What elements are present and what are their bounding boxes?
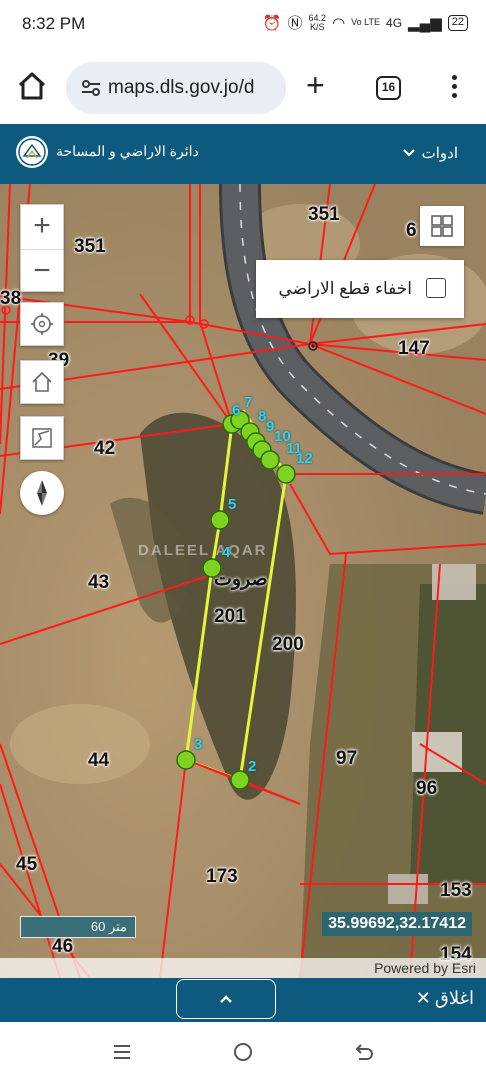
hide-parcels-panel: اخفاء قطع الاراضي: [256, 260, 464, 318]
back-button[interactable]: [352, 1040, 376, 1064]
tools-menu[interactable]: ادوات: [402, 144, 458, 162]
measure-icon: [32, 428, 52, 448]
parcel-number: 97: [336, 748, 358, 769]
vertex-label: 12: [296, 450, 313, 467]
bottom-panel-bar: اغلاق ✕: [0, 978, 486, 1022]
status-time: 8:32 PM: [22, 14, 86, 33]
parcel-number: 6: [406, 220, 417, 241]
plus-icon: +: [306, 67, 325, 103]
compass-button[interactable]: [20, 471, 64, 515]
status-bar: 8:32 PM ⏰ Ⓝ 64.2 K/S ◠ Vo LTE 4G ▂▄▆ 22: [0, 0, 486, 48]
status-icons: ⏰ Ⓝ 64.2 K/S ◠ Vo LTE 4G ▂▄▆ 22: [263, 12, 468, 33]
home-button[interactable]: [14, 68, 50, 104]
close-label: اغلاق: [434, 988, 474, 1008]
address-bar[interactable]: maps.dls.gov.jo/d: [66, 62, 286, 114]
measure-button[interactable]: [20, 416, 64, 460]
site-settings-icon[interactable]: [80, 77, 102, 99]
parcel-number: 200: [272, 634, 304, 655]
parcel-number: 153: [440, 880, 472, 901]
zoom-in-button[interactable]: +: [21, 205, 63, 249]
parcel-number: 42: [94, 438, 116, 459]
nfc-icon: Ⓝ: [287, 15, 303, 32]
vertex-label: 6: [232, 402, 241, 419]
vertex-label: 5: [228, 496, 237, 513]
volte-indicator: Vo LTE: [351, 17, 381, 27]
more-vert-icon: [444, 75, 464, 98]
zoom-control: + −: [20, 204, 64, 292]
alarm-icon: ⏰: [262, 14, 282, 32]
scale-bar: 60 متر: [20, 916, 136, 938]
parcel-number: 46: [52, 936, 74, 957]
watermark: DALEEL AQAR: [138, 542, 268, 559]
attribution: Powered by Esri: [0, 958, 486, 978]
dls-logo-icon: [18, 138, 46, 166]
compass-icon: [37, 480, 47, 506]
zoom-out-button[interactable]: −: [21, 249, 63, 293]
parcel-number: 201: [214, 606, 246, 627]
parcel-number: 45: [16, 854, 38, 875]
grid-icon: [431, 215, 453, 237]
dls-logo: [16, 136, 48, 168]
vertex-label: 4: [222, 544, 231, 561]
parcel-number: 43: [88, 572, 110, 593]
vertex-label: 7: [244, 394, 253, 411]
parcel-number: 38: [0, 288, 22, 309]
hide-parcels-label: اخفاء قطع الاراضي: [278, 279, 412, 298]
close-icon: ✕: [415, 988, 431, 1008]
parcel-number: 173: [206, 866, 238, 887]
wifi-icon: ◠: [332, 14, 346, 32]
minus-icon: −: [33, 254, 51, 287]
browser-menu-button[interactable]: [444, 72, 464, 102]
place-name: صروت: [214, 569, 268, 590]
system-home-button[interactable]: [231, 1040, 255, 1064]
home-icon: [32, 371, 52, 392]
network-speed: 64.2 K/S: [309, 13, 327, 32]
hide-parcels-checkbox[interactable]: [426, 278, 446, 298]
vertex-label: 3: [194, 736, 203, 753]
map-view[interactable]: DALEEL AQAR 351 351 6 38 39 147 42 43 20…: [0, 184, 486, 978]
parcel-number: 351: [74, 236, 106, 257]
back-icon: [355, 1044, 373, 1060]
browser-toolbar: maps.dls.gov.jo/d + 16: [0, 56, 486, 120]
org-name: دائرة الاراضي و المساحة: [56, 143, 199, 159]
parcel-number: 96: [416, 778, 438, 799]
recent-apps-button[interactable]: [110, 1040, 134, 1064]
basemap-gallery-button[interactable]: [420, 206, 464, 246]
signal-bars-icon: ▂▄▆: [408, 14, 442, 32]
close-button[interactable]: اغلاق ✕: [416, 988, 474, 1009]
url-text: maps.dls.gov.jo/d: [108, 77, 255, 98]
tab-switcher-button[interactable]: 16: [376, 76, 401, 100]
home-extent-button[interactable]: [20, 360, 64, 404]
new-tab-button[interactable]: +: [306, 67, 325, 103]
signal-indicator: 4G: [386, 15, 403, 30]
circle-icon: [234, 1043, 252, 1061]
coordinates-readout: 35.99692,32.17412: [322, 912, 472, 936]
expand-panel-button[interactable]: [176, 979, 276, 1019]
home-icon: [18, 72, 46, 100]
crosshair-icon: [31, 313, 53, 335]
chevron-down-icon: [402, 145, 416, 162]
network-speed-unit: K/S: [310, 21, 325, 32]
system-navigation-bar: [0, 1022, 486, 1080]
site-header: دائرة الاراضي و المساحة ادوات: [0, 124, 486, 184]
menu-icon: [114, 1045, 130, 1059]
locate-button[interactable]: [20, 302, 64, 346]
chevron-up-icon: [220, 995, 232, 1003]
tools-label: ادوات: [421, 145, 458, 162]
vertex-label: 2: [248, 758, 257, 775]
parcel-number: 351: [308, 204, 340, 225]
plus-icon: +: [33, 209, 51, 242]
parcel-number: 147: [398, 338, 430, 359]
parcel-number: 44: [88, 750, 110, 771]
battery-indicator: 22: [447, 14, 468, 31]
